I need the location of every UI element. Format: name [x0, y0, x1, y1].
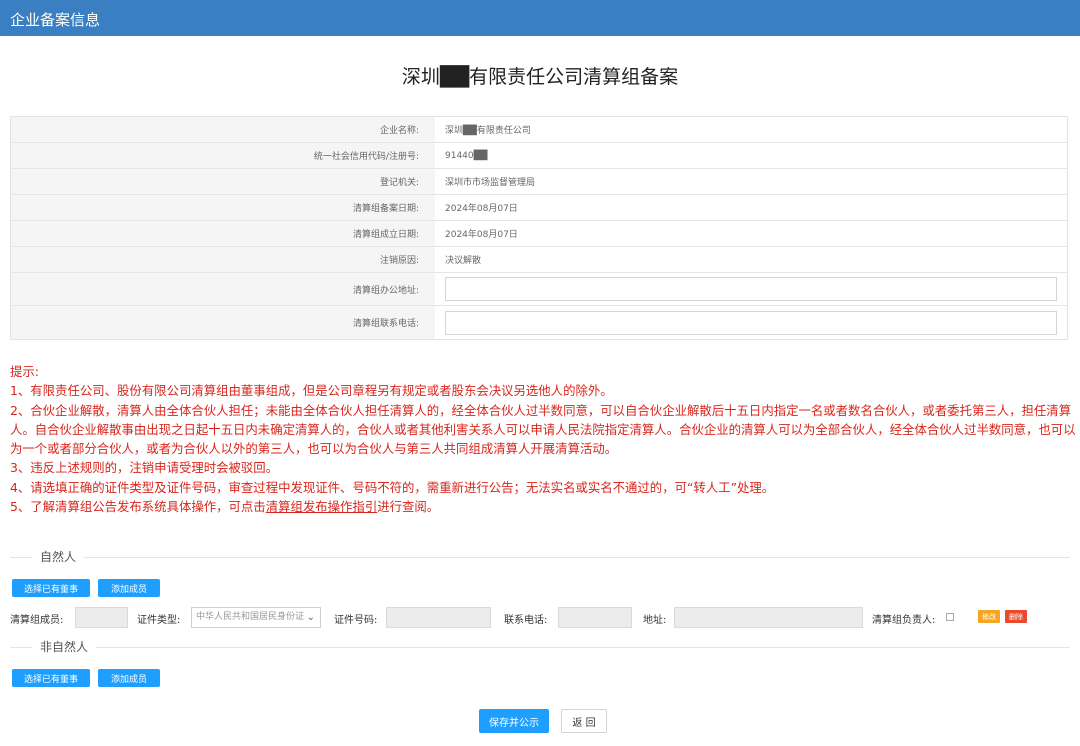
tip-item-1: 1、有限责任公司、股份有限公司清算组由董事组成，但是公司章程另有规定或者股东会决… — [10, 383, 613, 399]
non-natural-person-section-header: 非自然人 — [10, 640, 1070, 654]
member-name-label: 清算组成员: — [10, 615, 64, 626]
id-type-label: 证件类型: — [137, 615, 181, 626]
established-date-value: 2024年08月07日 — [445, 230, 518, 240]
member-row: 清算组成员: 证件类型: 中华人民共和国居民身份证 ⌄ 证件号码: 联系电话: … — [10, 607, 1070, 629]
natural-add-member-button[interactable]: 添加成员 — [98, 579, 160, 597]
established-date-label: 清算组成立日期: — [11, 221, 435, 246]
id-type-select-value: 中华人民共和国居民身份证 — [196, 612, 305, 622]
credit-code-value: 91440██ — [445, 150, 488, 161]
non-natural-add-member-button[interactable]: 添加成员 — [98, 669, 160, 687]
back-button[interactable]: 返 回 — [561, 709, 607, 733]
registration-authority-value: 深圳市市场监督管理局 — [445, 178, 536, 188]
section-divider — [10, 557, 1070, 558]
credit-code-label: 统一社会信用代码/注册号: — [11, 143, 435, 168]
tip-item-5-prefix: 5、了解清算组公告发布系统具体操作，可点击 — [10, 499, 266, 515]
header-bar: 企业备案信息 — [0, 0, 1080, 36]
company-name-value: 深圳██有限责任公司 — [445, 126, 531, 136]
natural-person-section-label: 自然人 — [32, 550, 85, 564]
section-divider — [10, 647, 1070, 648]
cancel-reason-label: 注销原因: — [11, 247, 435, 272]
tip-item-3: 3、违反上述规则的，注销申请受理时会被驳回。 — [10, 460, 279, 476]
chevron-down-icon: ⌄ — [306, 612, 315, 623]
natural-select-director-button[interactable]: 选择已有董事 — [12, 579, 90, 597]
info-row-company-name: 企业名称: 深圳██有限责任公司 — [11, 117, 1067, 143]
registration-authority-label: 登记机关: — [11, 169, 435, 194]
tips-heading: 提示: — [10, 364, 39, 379]
non-natural-select-director-button[interactable]: 选择已有董事 — [12, 669, 90, 687]
info-row-credit-code: 统一社会信用代码/注册号: 91440██ — [11, 143, 1067, 169]
company-name-label: 企业名称: — [11, 117, 435, 142]
operation-guide-link[interactable]: 清算组发布操作指引 — [266, 499, 378, 514]
non-natural-person-section-label: 非自然人 — [32, 640, 97, 654]
info-row-cancel-reason: 注销原因: 决议解散 — [11, 247, 1067, 273]
phone-input[interactable] — [558, 607, 632, 628]
edit-tag-button[interactable]: 修改 — [978, 610, 1000, 623]
contact-phone-label: 清算组联系电话: — [11, 306, 435, 339]
filing-date-value: 2024年08月07日 — [445, 204, 518, 214]
company-info-table: 企业名称: 深圳██有限责任公司 统一社会信用代码/注册号: 91440██ 登… — [10, 116, 1068, 340]
tip-item-2: 2、合伙企业解散，清算人由全体合伙人担任；未能由全体合伙人担任清算人的，经全体合… — [10, 402, 1076, 457]
info-row-contact-phone: 清算组联系电话: — [11, 306, 1067, 339]
address-input[interactable] — [674, 607, 863, 628]
office-address-input[interactable] — [445, 277, 1057, 301]
leader-label: 清算组负责人: — [872, 615, 936, 626]
page-title: 深圳██有限责任公司清算组备案 — [401, 66, 679, 88]
id-type-select[interactable]: 中华人民共和国居民身份证 ⌄ — [191, 607, 321, 628]
member-name-input[interactable] — [75, 607, 128, 628]
tip-item-5: 5、了解清算组公告发布系统具体操作，可点击清算组发布操作指引进行查阅。 — [10, 497, 1076, 516]
filing-date-label: 清算组备案日期: — [11, 195, 435, 220]
contact-phone-input[interactable] — [445, 310, 1057, 335]
phone-label: 联系电话: — [504, 615, 548, 626]
info-row-office-address: 清算组办公地址: — [11, 273, 1067, 306]
info-row-established-date: 清算组成立日期: 2024年08月07日 — [11, 221, 1067, 247]
info-row-registration-authority: 登记机关: 深圳市市场监督管理局 — [11, 169, 1067, 195]
header-title: 企业备案信息 — [10, 11, 101, 29]
tip-item-4: 4、请选填正确的证件类型及证件号码，审查过程中发现证件、号码不符的，需重新进行公… — [10, 479, 775, 495]
address-label: 地址: — [643, 615, 667, 626]
save-and-publish-button[interactable]: 保存并公示 — [479, 709, 549, 733]
office-address-label: 清算组办公地址: — [11, 273, 435, 305]
leader-checkbox[interactable] — [946, 613, 954, 621]
delete-tag-button[interactable]: 删除 — [1005, 610, 1027, 623]
tip-item-5-suffix: 进行查阅。 — [377, 499, 440, 515]
info-row-filing-date: 清算组备案日期: 2024年08月07日 — [11, 195, 1067, 221]
tips-block: 提示: 1、有限责任公司、股份有限公司清算组由董事组成，但是公司章程另有规定或者… — [10, 362, 1076, 516]
id-number-label: 证件号码: — [334, 615, 378, 626]
id-number-input[interactable] — [386, 607, 491, 628]
natural-person-section-header: 自然人 — [10, 550, 1070, 564]
cancel-reason-value: 决议解散 — [445, 256, 482, 266]
